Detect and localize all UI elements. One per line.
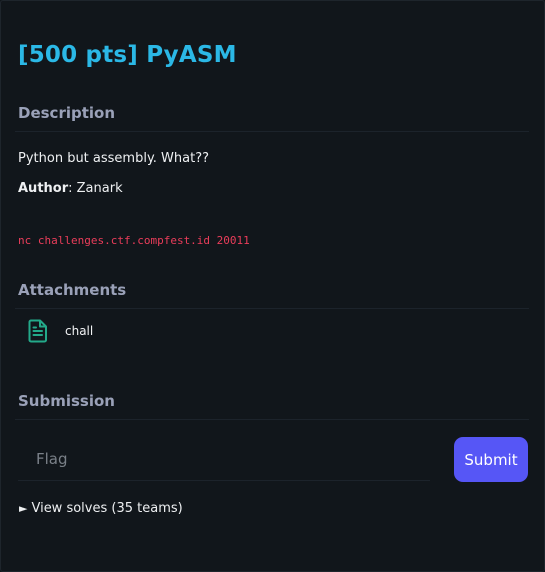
submission-divider	[15, 419, 529, 420]
author-separator: :	[68, 181, 77, 196]
view-solves-toggle[interactable]: ► View solves (35 teams)	[19, 501, 183, 516]
description-heading: Description	[18, 104, 116, 122]
challenge-panel: [500 pts] PyASM Description Python but a…	[0, 0, 545, 572]
flag-input[interactable]	[18, 437, 430, 481]
author-name: Zanark	[76, 181, 123, 196]
author-line: Author: Zanark	[18, 181, 123, 196]
description-divider	[15, 131, 529, 132]
submit-button[interactable]: Submit	[454, 437, 528, 482]
attachment-chall[interactable]: chall	[27, 319, 93, 343]
expand-triangle-icon: ►	[19, 502, 28, 515]
attachments-divider	[15, 308, 529, 309]
challenge-title: [500 pts] PyASM	[18, 42, 237, 68]
connection-command: nc challenges.ctf.compfest.id 20011	[18, 234, 250, 247]
file-text-icon	[27, 319, 49, 343]
submission-heading: Submission	[18, 392, 115, 410]
attachment-label: chall	[65, 324, 94, 338]
description-text: Python but assembly. What??	[18, 151, 210, 166]
author-label: Author	[18, 181, 69, 196]
attachments-heading: Attachments	[18, 281, 127, 299]
view-solves-label: View solves (35 teams)	[31, 501, 183, 516]
